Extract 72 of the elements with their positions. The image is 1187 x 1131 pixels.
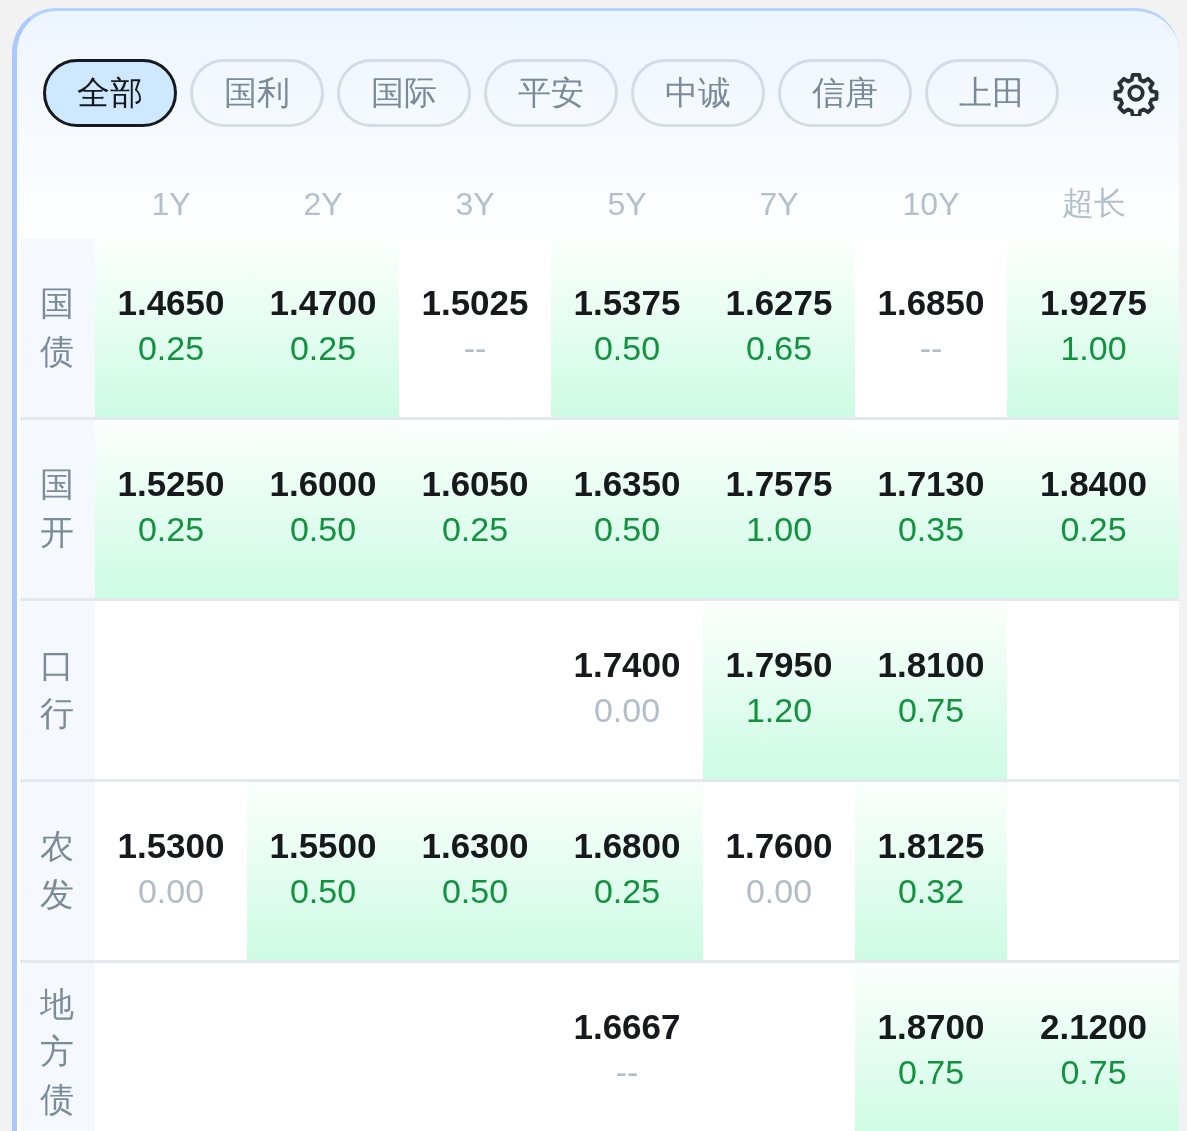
change-value: 0.50 (593, 328, 661, 368)
settings-icon[interactable] (1113, 70, 1159, 116)
column-header: 1Y (151, 185, 191, 223)
change-value: 0.00 (137, 871, 205, 911)
yield-value: 1.4700 (269, 282, 377, 323)
change-value: 0.25 (1060, 509, 1127, 549)
change-value: 1.20 (745, 690, 813, 730)
column-header: 10Y (902, 185, 960, 223)
column-header: 2Y (303, 185, 343, 223)
filter-tab[interactable]: 国际 (337, 59, 471, 127)
change-value: 0.00 (593, 690, 661, 730)
change-value: 0.50 (441, 871, 509, 911)
change-value: 0.25 (289, 328, 357, 368)
yield-value: 1.6350 (573, 463, 681, 504)
filter-tab[interactable]: 平安 (484, 59, 618, 127)
yield-value: 1.8125 (877, 825, 985, 866)
row-label: 农发 (20, 782, 95, 960)
yield-value: 1.6850 (877, 282, 985, 323)
change-value: 0.35 (897, 509, 965, 549)
yield-value: 1.6050 (421, 463, 529, 504)
yield-value: 1.6000 (269, 463, 377, 504)
filter-tab[interactable]: 上田 (925, 59, 1059, 127)
change-value: 0.50 (289, 509, 357, 549)
yield-value: 1.9275 (1039, 282, 1148, 323)
yield-value: 1.5500 (269, 825, 377, 866)
yield-value: 1.6300 (421, 825, 529, 866)
column-header: 7Y (759, 185, 799, 223)
change-value: 0.65 (745, 328, 813, 368)
yield-value: 2.1200 (1039, 1006, 1148, 1047)
change-value: -- (615, 1052, 639, 1092)
change-value: 0.50 (593, 509, 661, 549)
change-value: 0.25 (593, 871, 661, 911)
yield-value: 1.5300 (117, 825, 225, 866)
change-value: 0.75 (897, 1052, 965, 1092)
change-value: -- (463, 328, 487, 368)
change-value: 0.00 (745, 871, 813, 911)
change-value: 0.75 (897, 690, 965, 730)
yield-value: 1.5250 (117, 463, 225, 504)
yield-value: 1.5375 (573, 282, 681, 323)
filter-tab[interactable]: 中诚 (631, 59, 765, 127)
row-label: 口行 (20, 601, 95, 779)
yield-value: 1.6667 (573, 1006, 681, 1047)
yield-value: 1.5025 (421, 282, 529, 323)
filter-tab[interactable]: 信唐 (778, 59, 912, 127)
change-value: 0.25 (137, 328, 205, 368)
change-value: 0.75 (1060, 1052, 1127, 1092)
change-value: 0.32 (897, 871, 965, 911)
yield-value: 1.7950 (725, 644, 833, 685)
yield-value: 1.6275 (725, 282, 833, 323)
yield-value: 1.7600 (725, 825, 833, 866)
yield-value: 1.7575 (725, 463, 833, 504)
yield-value: 1.8400 (1039, 463, 1148, 504)
filter-tab[interactable]: 全部 (43, 59, 177, 127)
change-value: 1.00 (745, 509, 813, 549)
row-label: 国开 (20, 420, 95, 598)
change-value: 0.25 (137, 509, 205, 549)
yield-value: 1.7130 (877, 463, 985, 504)
column-header: 5Y (607, 185, 647, 223)
yield-value: 1.6800 (573, 825, 681, 866)
change-value: 1.00 (1060, 328, 1127, 368)
yield-value: 1.8100 (877, 644, 985, 685)
change-value: 0.25 (441, 509, 509, 549)
yield-value: 1.4650 (117, 282, 225, 323)
change-value: 0.50 (289, 871, 357, 911)
yield-value: 1.8700 (877, 1006, 985, 1047)
row-label: 地方债 (20, 963, 95, 1131)
change-value: -- (919, 328, 943, 368)
row-label: 国债 (20, 239, 95, 417)
column-header: 3Y (455, 185, 495, 223)
yield-value: 1.7400 (573, 644, 681, 685)
column-header: 超长 (1061, 184, 1126, 223)
filter-tab[interactable]: 国利 (190, 59, 324, 127)
